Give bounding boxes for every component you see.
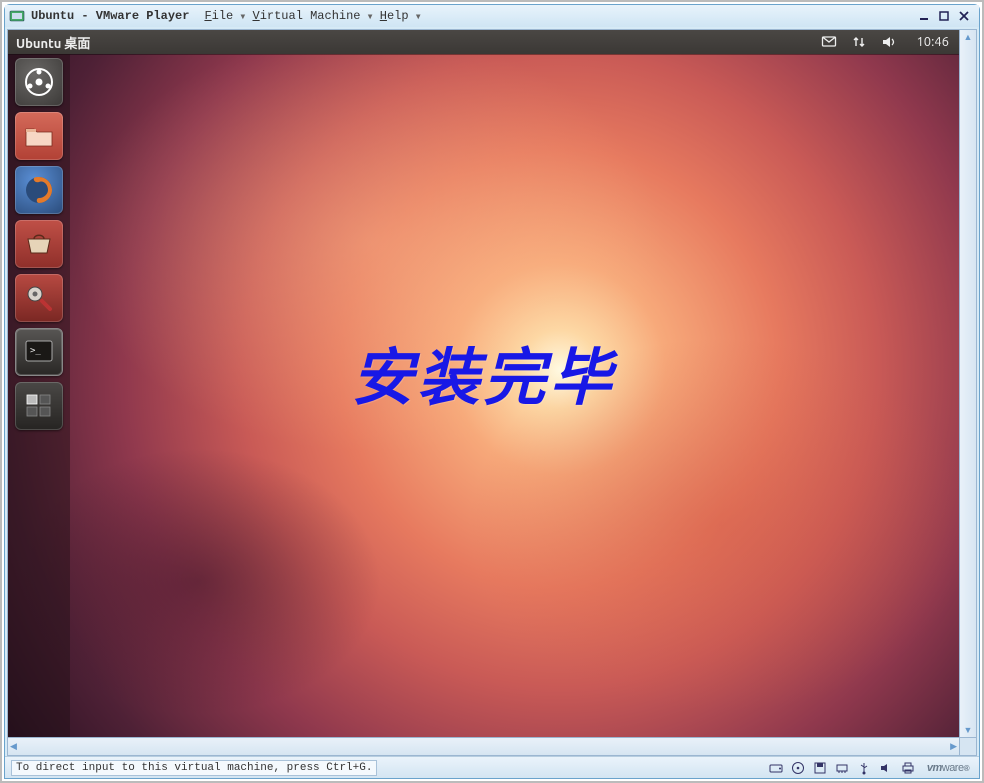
launcher-firefox[interactable] xyxy=(15,166,63,214)
window-controls xyxy=(917,9,975,23)
menu-separator: ▾ xyxy=(238,9,247,24)
status-device-icons xyxy=(767,760,917,776)
statusbar: To direct input to this virtual machine,… xyxy=(5,756,979,778)
launcher-dash[interactable] xyxy=(15,58,63,106)
floppy-icon[interactable] xyxy=(811,760,829,776)
vmware-logo: vmware® xyxy=(923,762,973,774)
menu-help[interactable]: Help xyxy=(377,9,412,24)
overlay-annotation-text: 安装完毕 xyxy=(8,327,959,417)
vm-viewport-area: Ubuntu 桌面 10:46 xyxy=(7,29,977,756)
scroll-up-icon[interactable]: ▲ xyxy=(962,30,975,44)
vmware-app-icon xyxy=(9,8,25,24)
scroll-right-icon[interactable]: ▶ xyxy=(948,739,959,754)
horizontal-scrollbar[interactable]: ◀ ▶ xyxy=(7,738,960,756)
usb-icon[interactable] xyxy=(855,760,873,776)
vm-guest-display[interactable]: Ubuntu 桌面 10:46 xyxy=(7,29,960,738)
vertical-scrollbar[interactable]: ▲ ▼ xyxy=(960,29,977,738)
menu-separator: ▾ xyxy=(366,9,375,24)
ubuntu-top-panel[interactable]: Ubuntu 桌面 10:46 xyxy=(8,30,959,54)
scroll-corner xyxy=(960,738,977,756)
hdd-icon[interactable] xyxy=(767,760,785,776)
menu-virtual-machine[interactable]: Virtual Machine xyxy=(249,9,363,24)
vmware-player-window: Ubuntu - VMware Player File ▾ Virtual Ma… xyxy=(4,4,980,779)
launcher-software-center[interactable] xyxy=(15,220,63,268)
maximize-button[interactable] xyxy=(937,9,951,23)
status-hint-text: To direct input to this virtual machine,… xyxy=(11,760,377,776)
launcher-files[interactable] xyxy=(15,112,63,160)
menubar: File ▾ Virtual Machine ▾ Help ▾ xyxy=(201,9,422,24)
menu-separator: ▾ xyxy=(414,9,423,24)
menu-file[interactable]: File xyxy=(201,9,236,24)
window-title: Ubuntu - VMware Player xyxy=(31,9,189,23)
cdrom-icon[interactable] xyxy=(789,760,807,776)
scroll-left-icon[interactable]: ◀ xyxy=(8,739,19,754)
clock[interactable]: 10:46 xyxy=(916,35,949,49)
sound-card-icon[interactable] xyxy=(877,760,895,776)
panel-indicators: 10:46 xyxy=(820,33,949,51)
sound-icon[interactable] xyxy=(880,33,898,51)
close-button[interactable] xyxy=(957,9,971,23)
network-icon[interactable] xyxy=(850,33,868,51)
panel-title: Ubuntu 桌面 xyxy=(16,33,90,52)
printer-icon[interactable] xyxy=(899,760,917,776)
screenshot-frame: Ubuntu - VMware Player File ▾ Virtual Ma… xyxy=(0,0,984,783)
minimize-button[interactable] xyxy=(917,9,931,23)
network-adapter-icon[interactable] xyxy=(833,760,851,776)
scroll-down-icon[interactable]: ▼ xyxy=(962,723,975,737)
messages-icon[interactable] xyxy=(820,33,838,51)
titlebar[interactable]: Ubuntu - VMware Player File ▾ Virtual Ma… xyxy=(5,5,979,27)
launcher-settings[interactable] xyxy=(15,274,63,322)
